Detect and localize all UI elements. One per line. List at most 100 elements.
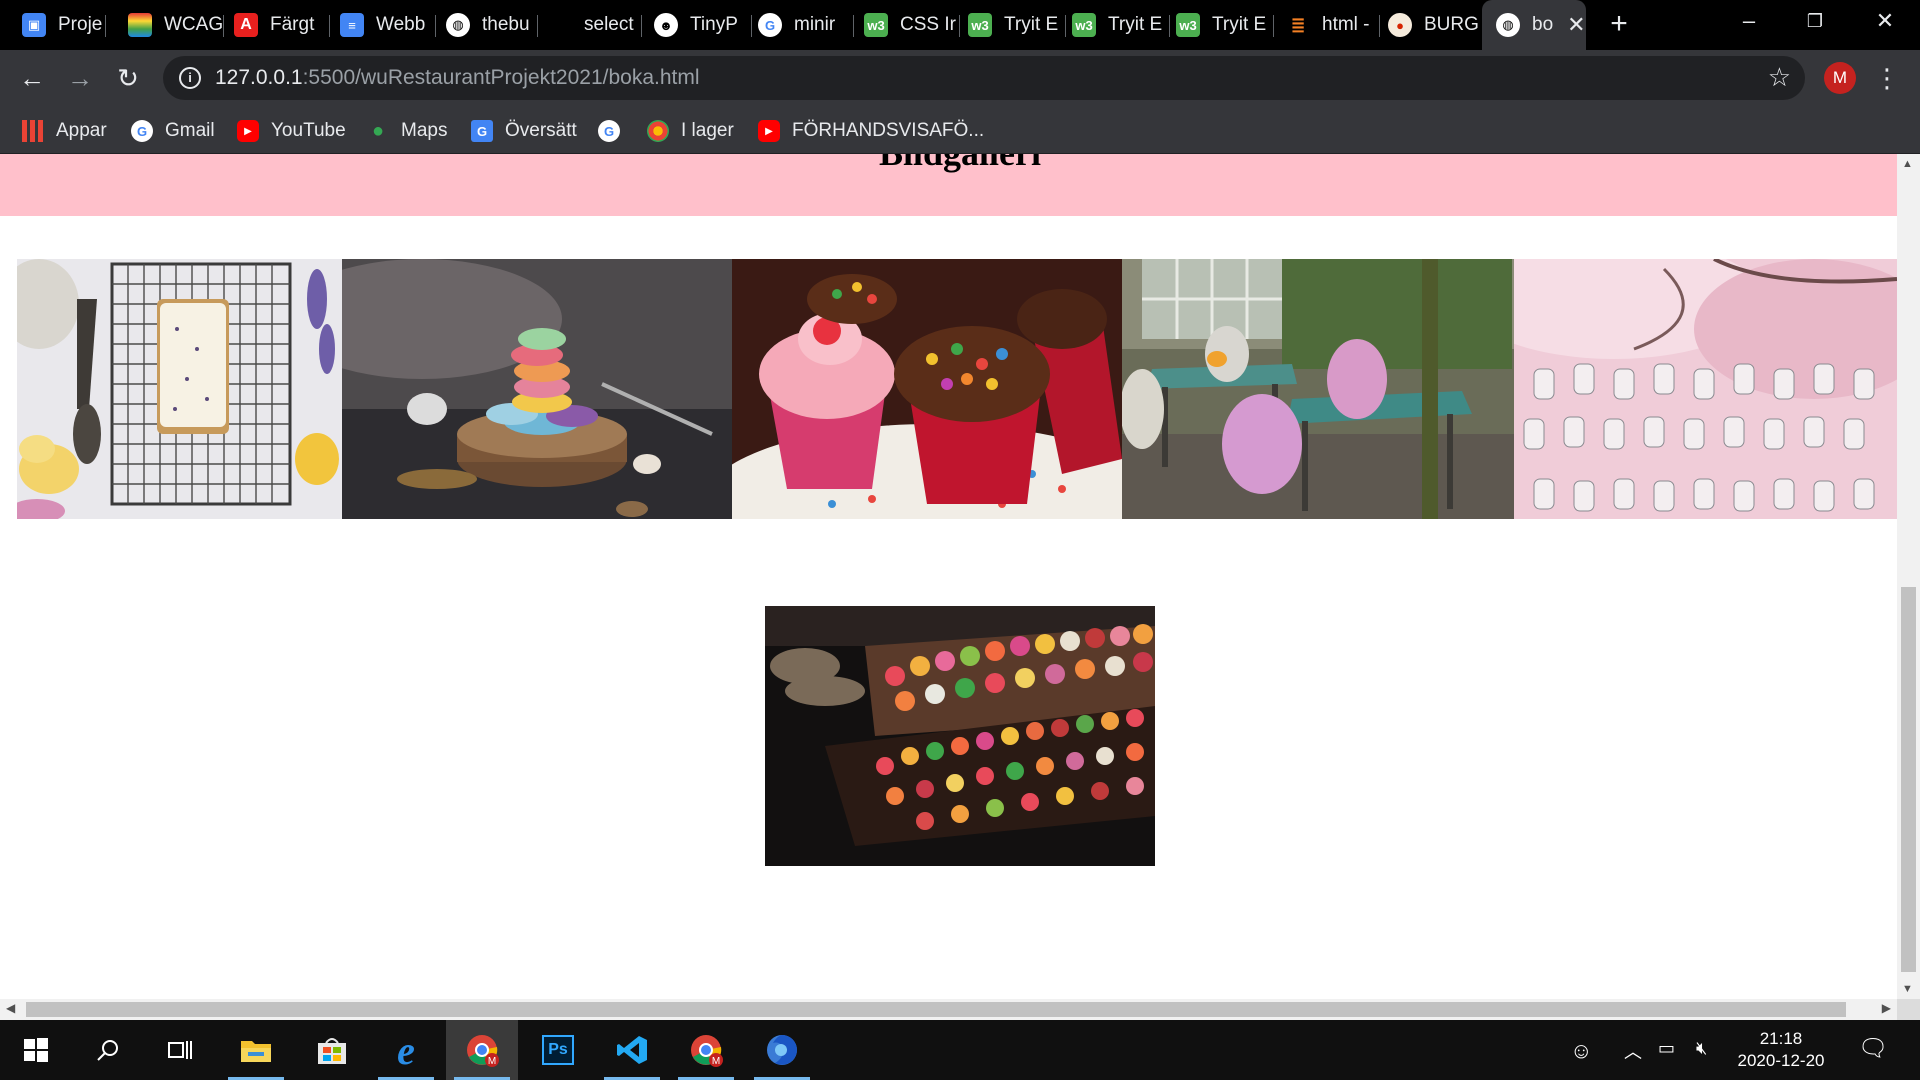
tab-tryit-2[interactable]: w3 Tryit E — [1072, 6, 1170, 44]
tab-title: BURG — [1424, 14, 1479, 35]
adobe-icon: A — [234, 13, 258, 37]
search-icon[interactable] — [72, 1020, 144, 1080]
lemon-loaf-picture — [17, 259, 342, 519]
people-icon[interactable]: ☺ — [1570, 1038, 1592, 1064]
microsoft-store-icon[interactable] — [296, 1020, 368, 1080]
bookmark-maps[interactable]: ● Maps — [367, 118, 448, 144]
chrome-icon[interactable]: M — [446, 1020, 518, 1080]
browser-toolbar: ← → ↻ i 127.0.0.1:5500/wuRestaurantProje… — [0, 50, 1920, 106]
restore-button[interactable]: ❐ — [1782, 0, 1848, 46]
close-window-button[interactable]: ✕ — [1852, 0, 1918, 46]
apps-grid-icon — [22, 120, 44, 142]
tab-active-boka[interactable]: ◍ bo ✕ — [1482, 0, 1586, 50]
tab-css[interactable]: w3 CSS Ir — [864, 6, 960, 44]
svg-text:M: M — [488, 1056, 496, 1067]
macarons-picture — [342, 259, 732, 519]
bookmark-youtube[interactable]: ▶ YouTube — [237, 118, 346, 144]
minimize-button[interactable]: – — [1716, 0, 1782, 46]
gallery-image-macarons[interactable] — [342, 259, 732, 519]
tinypng-panda-icon: ☻ — [654, 13, 678, 37]
file-explorer-icon[interactable] — [220, 1020, 292, 1080]
featured-image-candy-market[interactable] — [765, 606, 1155, 866]
reload-icon[interactable]: ↻ — [110, 60, 146, 96]
wcag-icon — [128, 13, 152, 37]
address-bar[interactable]: i 127.0.0.1:5500/wuRestaurantProjekt2021… — [163, 56, 1805, 100]
bookmarks-bar: Appar G Gmail ▶ YouTube ● Maps G Översät… — [0, 106, 1920, 154]
page-viewport: Bildgalleri — [0, 154, 1897, 999]
battery-icon[interactable]: ▭ — [1658, 1038, 1675, 1059]
system-clock[interactable]: 21:18 2020-12-20 — [1726, 1028, 1836, 1072]
tab-title: CSS Ir — [900, 14, 956, 35]
tab-title: Färgt — [270, 14, 315, 35]
browser-tab-strip: ▣ Proje WCAG A Färgt ≡ Webb ◍ thebu sele… — [0, 0, 1920, 50]
bookmark-google[interactable]: G — [598, 118, 632, 144]
tab-html[interactable]: ≣ html - — [1286, 6, 1380, 44]
tab-tryit-1[interactable]: w3 Tryit E — [968, 6, 1066, 44]
horizontal-scrollbar[interactable]: ◀ ▶ — [0, 999, 1897, 1020]
scrollbar-corner — [1897, 999, 1920, 1020]
tab-wcag[interactable]: WCAG — [128, 6, 224, 44]
tab-projekt[interactable]: ▣ Proje — [22, 6, 106, 44]
horizontal-scroll-thumb[interactable] — [26, 1002, 1846, 1017]
tab-tinypng[interactable]: ☻ TinyP — [654, 6, 752, 44]
scroll-up-arrow-icon[interactable]: ▲ — [1902, 158, 1913, 170]
scroll-right-arrow-icon[interactable]: ▶ — [1882, 1001, 1891, 1015]
bookmark-label: YouTube — [271, 120, 346, 141]
chrome-extension-icon — [647, 120, 669, 142]
new-tab-button[interactable]: + — [1602, 8, 1636, 42]
url-text[interactable]: 127.0.0.1:5500/wuRestaurantProjekt2021/b… — [215, 66, 700, 90]
photoshop-icon[interactable]: Ps — [522, 1020, 594, 1080]
tab-burger[interactable]: ● BURG — [1388, 6, 1482, 44]
scroll-down-arrow-icon[interactable]: ▼ — [1902, 983, 1913, 995]
gallery-image-cherry-blossom[interactable] — [1514, 259, 1897, 519]
windows-start-icon[interactable] — [0, 1020, 72, 1080]
forward-arrow-icon[interactable]: → — [62, 60, 98, 96]
chrome-icon[interactable]: M — [670, 1020, 742, 1080]
bookmark-gmail[interactable]: G Gmail — [131, 118, 215, 144]
tab-title: Tryit E — [1004, 14, 1059, 35]
page-header-banner: Bildgalleri — [0, 154, 1897, 216]
menu-kebab-icon[interactable]: ⋮ — [1874, 60, 1900, 96]
vertical-scrollbar[interactable]: ▲ ▼ — [1897, 154, 1920, 999]
notification-center-icon[interactable]: 🗨︎ — [1858, 1034, 1888, 1063]
tab-select[interactable]: select — [548, 6, 642, 44]
page-title: Bildgalleri — [0, 154, 1897, 174]
firefox-icon[interactable] — [746, 1020, 818, 1080]
speaker-muted-icon[interactable]: 🔇︎ — [1696, 1038, 1707, 1059]
gallery-image-cupcakes[interactable] — [732, 259, 1122, 519]
globe-icon: ◍ — [1496, 13, 1520, 37]
url-host: 127.0.0.1 — [215, 66, 303, 89]
tab-fargt[interactable]: A Färgt — [234, 6, 330, 44]
stackoverflow-icon: ≣ — [1290, 14, 1306, 35]
vscode-icon[interactable] — [596, 1020, 668, 1080]
google-translate-icon: G — [471, 120, 493, 142]
tab-minir[interactable]: G minir — [758, 6, 854, 44]
bookmark-star-icon[interactable]: ☆ — [1768, 62, 1791, 93]
candy-market-picture — [765, 606, 1155, 866]
tab-tryit-3[interactable]: w3 Tryit E — [1176, 6, 1274, 44]
profile-avatar[interactable]: M — [1824, 62, 1856, 94]
tab-thebu[interactable]: ◍ thebu — [446, 6, 538, 44]
back-arrow-icon[interactable]: ← — [14, 60, 50, 96]
task-view-icon[interactable] — [144, 1020, 216, 1080]
google-sites-icon: ▣ — [22, 13, 46, 37]
chevron-up-icon[interactable]: ︿ — [1624, 1038, 1642, 1064]
bookmark-forhandsvisa[interactable]: ▶ FÖRHANDSVISAFÖ... — [758, 118, 984, 144]
tab-title: minir — [794, 14, 836, 35]
clock-time: 21:18 — [1759, 1029, 1803, 1048]
scroll-left-arrow-icon[interactable]: ◀ — [6, 1001, 15, 1015]
gallery-image-cafe-terrace[interactable] — [1122, 259, 1514, 519]
gallery-image-lemon-loaf[interactable] — [17, 259, 342, 519]
edge-icon[interactable]: e — [370, 1020, 442, 1080]
burger-king-icon: ● — [1388, 13, 1412, 37]
vertical-scroll-thumb[interactable] — [1901, 587, 1916, 972]
site-info-icon[interactable]: i — [179, 67, 201, 89]
bookmark-appar[interactable]: Appar — [22, 118, 107, 144]
bookmark-oversatt[interactable]: G Översätt — [471, 118, 577, 144]
close-tab-icon[interactable]: ✕ — [1567, 12, 1585, 38]
cupcakes-picture — [732, 259, 1122, 519]
tab-webb[interactable]: ≡ Webb — [340, 6, 436, 44]
bookmark-i-lager[interactable]: I lager — [647, 118, 734, 144]
tab-title: thebu — [482, 14, 530, 35]
tab-title: Proje — [58, 14, 103, 35]
